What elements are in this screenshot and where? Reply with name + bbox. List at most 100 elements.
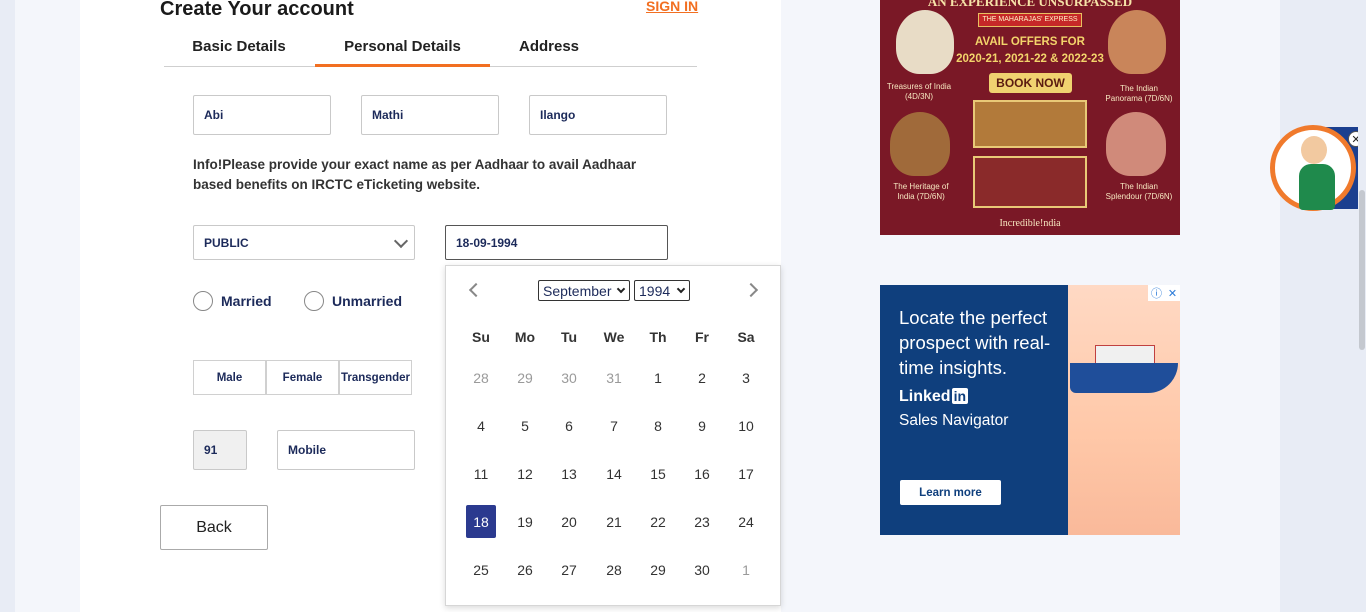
occupation-select[interactable]: PUBLIC bbox=[193, 225, 415, 260]
calendar-day[interactable]: 19 bbox=[510, 505, 540, 538]
weekday-header: We bbox=[603, 329, 625, 345]
gender-female-button[interactable]: Female bbox=[266, 360, 339, 395]
calendar-day[interactable]: 10 bbox=[731, 409, 761, 442]
calendar-day[interactable]: 30 bbox=[687, 553, 717, 586]
date-picker: September 1994 Su Mo Tu We Th Fr Sa 28 29 30 31 1 2 3… bbox=[445, 265, 781, 606]
linkedin-in-badge: in bbox=[951, 388, 969, 404]
unmarried-radio[interactable]: Unmarried bbox=[304, 291, 402, 311]
unmarried-label: Unmarried bbox=[332, 293, 403, 309]
tab-address[interactable]: Address bbox=[490, 38, 608, 55]
married-radio[interactable]: Married bbox=[193, 291, 272, 311]
chevron-left-icon[interactable] bbox=[468, 282, 484, 298]
scrollbar[interactable] bbox=[1358, 0, 1366, 612]
calendar-day[interactable]: 15 bbox=[643, 457, 673, 490]
adchoices-control[interactable]: ⓘ ✕ bbox=[1148, 285, 1180, 301]
chevron-down-icon bbox=[616, 284, 626, 294]
calendar-day[interactable]: 16 bbox=[687, 457, 717, 490]
calendar-day[interactable]: 3 bbox=[731, 361, 761, 394]
linkedin-logo: Linked in bbox=[899, 388, 969, 406]
learn-more-button[interactable]: Learn more bbox=[900, 480, 1001, 505]
mobile-input[interactable]: Mobile bbox=[277, 430, 415, 470]
calendar-day[interactable]: 8 bbox=[643, 409, 673, 442]
chevron-down-icon bbox=[393, 233, 409, 249]
incredible-india-logo: Incredible!ndia bbox=[999, 218, 1061, 229]
calendar-day[interactable]: 11 bbox=[466, 457, 496, 490]
calendar-day[interactable]: 17 bbox=[731, 457, 761, 490]
weekday-header: Su bbox=[472, 329, 490, 345]
month-value: September bbox=[543, 282, 612, 299]
chevron-right-icon[interactable] bbox=[743, 282, 759, 298]
weekday-header: Th bbox=[649, 329, 667, 345]
info-icon[interactable]: ⓘ bbox=[1151, 285, 1162, 301]
ad-offer-line1: AVAIL OFFERS FOR bbox=[975, 36, 1085, 48]
gender-toggle-group: Male Female Transgender bbox=[193, 360, 412, 395]
married-label: Married bbox=[221, 293, 272, 309]
caption-treasures: Treasures of India (4D/3N) bbox=[886, 82, 952, 101]
ad-offer: AVAIL OFFERS FOR 2020-21, 2021-22 & 2022… bbox=[950, 34, 1110, 68]
calendar-day[interactable]: 14 bbox=[599, 457, 629, 490]
year-select[interactable]: 1994 bbox=[634, 280, 690, 301]
linkedin-ad[interactable]: Locate the perfect prospect with real-ti… bbox=[880, 285, 1180, 535]
calendar-day[interactable]: 29 bbox=[643, 553, 673, 586]
year-value: 1994 bbox=[639, 282, 671, 299]
tab-personal-details[interactable]: Personal Details bbox=[315, 38, 490, 55]
palace-image bbox=[1108, 10, 1166, 74]
calendar-day[interactable]: 6 bbox=[554, 409, 584, 442]
chatbot-mascot[interactable]: ✕ bbox=[1270, 125, 1366, 211]
gender-transgender-button[interactable]: Transgender bbox=[339, 360, 412, 395]
mascot-body bbox=[1299, 164, 1335, 210]
occupation-value: PUBLIC bbox=[204, 235, 249, 250]
calendar-day[interactable]: 28 bbox=[599, 553, 629, 586]
radio-circle-icon bbox=[304, 291, 324, 311]
calendar-day[interactable]: 28 bbox=[466, 361, 496, 394]
calendar-day[interactable]: 20 bbox=[554, 505, 584, 538]
calendar-day[interactable]: 22 bbox=[643, 505, 673, 538]
calendar-day[interactable]: 9 bbox=[687, 409, 717, 442]
country-code-input[interactable]: 91 bbox=[193, 430, 247, 470]
calendar-day[interactable]: 1 bbox=[643, 361, 673, 394]
calendar-day[interactable]: 26 bbox=[510, 553, 540, 586]
calendar-day[interactable]: 31 bbox=[599, 361, 629, 394]
calendar-day[interactable]: 18 bbox=[466, 505, 496, 538]
calendar-day[interactable]: 1 bbox=[731, 553, 761, 586]
weekday-header: Fr bbox=[695, 329, 709, 345]
scrollbar-thumb[interactable] bbox=[1359, 190, 1365, 350]
train-interior-image bbox=[973, 100, 1087, 148]
fort-image bbox=[890, 112, 950, 176]
calendar-day[interactable]: 27 bbox=[554, 553, 584, 586]
calendar-day[interactable]: 7 bbox=[599, 409, 629, 442]
last-name-input[interactable]: Ilango bbox=[529, 95, 667, 135]
maharajas-express-ad[interactable]: AN EXPERIENCE UNSURPASSED THE MAHARAJAS'… bbox=[880, 0, 1180, 235]
month-select[interactable]: September bbox=[538, 280, 630, 301]
calendar-day[interactable]: 4 bbox=[466, 409, 496, 442]
calendar-day[interactable]: 13 bbox=[554, 457, 584, 490]
sign-in-link[interactable]: SIGN IN bbox=[646, 0, 698, 14]
mascot-avatar bbox=[1270, 125, 1356, 211]
calendar-day[interactable]: 12 bbox=[510, 457, 540, 490]
dob-input[interactable]: 18-09-1994 bbox=[445, 225, 668, 260]
close-icon[interactable]: ✕ bbox=[1168, 287, 1177, 300]
caption-heritage: The Heritage of India (7D/6N) bbox=[893, 182, 949, 201]
ad-badge: THE MAHARAJAS' EXPRESS bbox=[978, 13, 1082, 27]
tab-basic-details[interactable]: Basic Details bbox=[164, 38, 314, 55]
ad-illustration bbox=[1068, 285, 1180, 535]
train-exterior-image bbox=[973, 156, 1087, 208]
book-now-button[interactable]: BOOK NOW bbox=[989, 73, 1072, 93]
calendar-day[interactable]: 2 bbox=[687, 361, 717, 394]
calendar-day[interactable]: 24 bbox=[731, 505, 761, 538]
first-name-input[interactable]: Abi bbox=[193, 95, 331, 135]
calendar-day[interactable]: 25 bbox=[466, 553, 496, 586]
calendar-day[interactable]: 23 bbox=[687, 505, 717, 538]
middle-name-input[interactable]: Mathi bbox=[361, 95, 499, 135]
calendar-day[interactable]: 5 bbox=[510, 409, 540, 442]
taj-mahal-image bbox=[896, 10, 954, 74]
ad-headline: Locate the perfect prospect with real-ti… bbox=[899, 307, 1051, 378]
calendar-day[interactable]: 29 bbox=[510, 361, 540, 394]
weekday-header: Mo bbox=[514, 329, 536, 345]
calendar-day[interactable]: 30 bbox=[554, 361, 584, 394]
calendar-day[interactable]: 21 bbox=[599, 505, 629, 538]
linkedin-wordmark: Linked bbox=[899, 388, 951, 405]
gender-male-button[interactable]: Male bbox=[193, 360, 266, 395]
boat-cabin-shape bbox=[1095, 345, 1155, 365]
back-button[interactable]: Back bbox=[160, 505, 268, 550]
